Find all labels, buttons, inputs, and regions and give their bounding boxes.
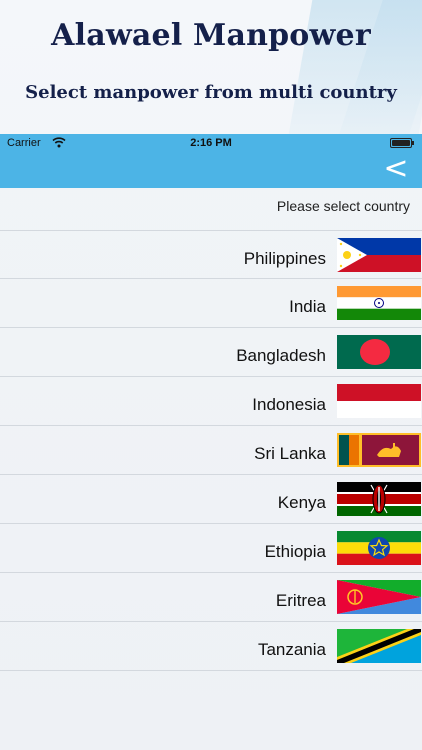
phone-screen: Carrier 2:16 PM < Please select country …	[0, 134, 422, 750]
eritrea-flag-icon	[337, 580, 421, 614]
country-name: Tanzania	[257, 640, 326, 659]
country-row-eritrea[interactable]: Eritrea	[0, 573, 422, 622]
country-name: Eritrea	[275, 591, 326, 610]
country-row-ethiopia[interactable]: Ethiopia	[0, 524, 422, 573]
country-row-kenya[interactable]: Kenya	[0, 475, 422, 524]
section-header: Please select country	[276, 198, 410, 214]
ethiopia-flag-icon	[337, 531, 421, 565]
sri-lanka-flag-icon	[337, 433, 421, 467]
promo-title: Alawael Manpower	[51, 18, 371, 53]
country-row-philippines[interactable]: Philippines	[0, 230, 422, 279]
country-list: Philippines India Bangladesh Indonesia S…	[0, 230, 422, 671]
bangladesh-flag-icon	[337, 335, 421, 369]
tanzania-flag-icon	[337, 629, 421, 663]
status-time: 2:16 PM	[190, 137, 232, 149]
country-name: Philippines	[243, 249, 326, 268]
navigation-bar: <	[0, 152, 422, 188]
philippines-flag-icon	[337, 238, 421, 272]
chevron-left-icon: <	[383, 151, 409, 186]
country-name: Sri Lanka	[254, 444, 326, 463]
indonesia-flag-icon	[337, 384, 421, 418]
country-name: Bangladesh	[236, 346, 326, 365]
promo-subtitle: Select manpower from multi country	[25, 82, 397, 103]
country-row-bangladesh[interactable]: Bangladesh	[0, 328, 422, 377]
country-name: Ethiopia	[264, 542, 326, 561]
back-button[interactable]: <	[382, 154, 410, 184]
kenya-flag-icon	[337, 482, 421, 516]
country-name: Kenya	[277, 493, 326, 512]
country-row-india[interactable]: India	[0, 279, 422, 328]
country-name: Indonesia	[252, 395, 326, 414]
status-bar: Carrier 2:16 PM	[0, 134, 422, 152]
country-row-tanzania[interactable]: Tanzania	[0, 622, 422, 671]
country-row-indonesia[interactable]: Indonesia	[0, 377, 422, 426]
india-flag-icon	[337, 286, 421, 320]
country-row-sri-lanka[interactable]: Sri Lanka	[0, 426, 422, 475]
country-name: India	[289, 297, 326, 316]
battery-icon	[390, 138, 414, 148]
